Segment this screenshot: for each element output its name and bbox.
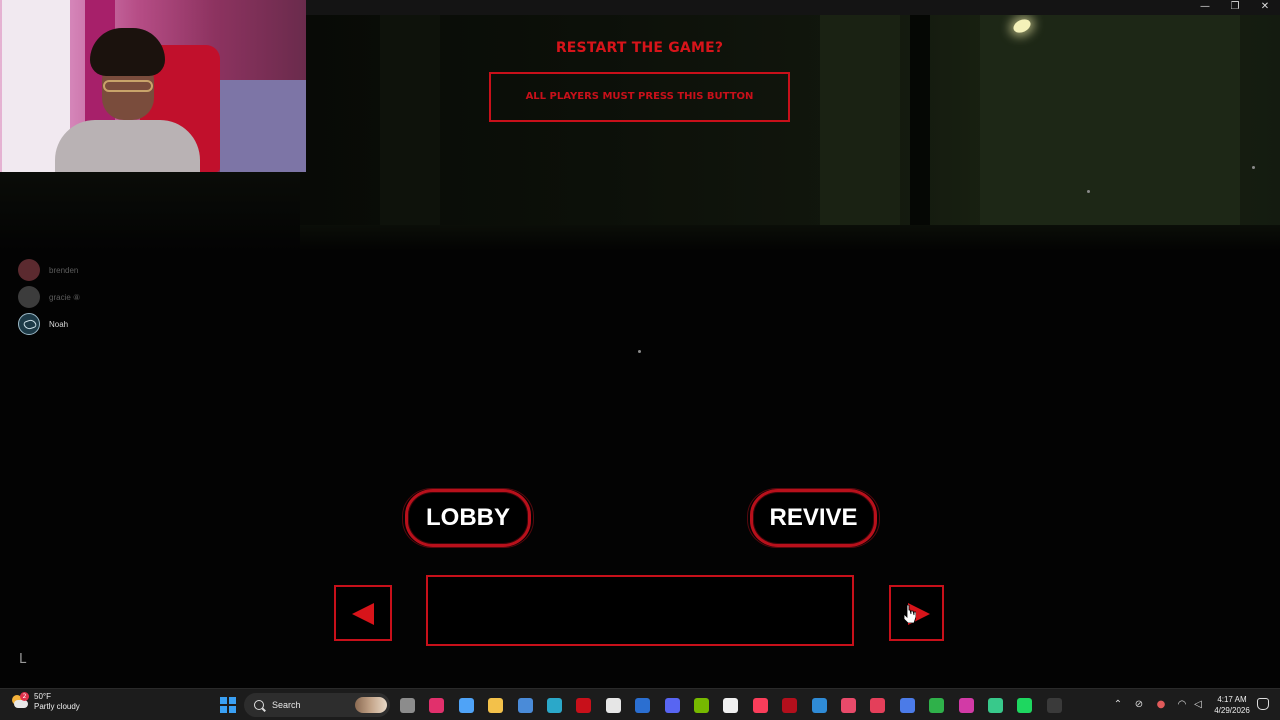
camera-off-icon[interactable]: ⊘ xyxy=(1133,699,1145,711)
close-button[interactable]: ✕ xyxy=(1250,0,1280,15)
search-label: Search xyxy=(272,700,301,710)
chevron-up-icon[interactable]: ⌃ xyxy=(1112,699,1124,711)
tiktok-studio-icon[interactable] xyxy=(841,698,856,713)
windows-start-icon[interactable] xyxy=(220,697,236,713)
weather-desc: Partly cloudy xyxy=(34,702,80,711)
discord-icon[interactable] xyxy=(664,698,680,713)
word-icon[interactable] xyxy=(635,698,651,713)
partly-cloudy-icon: 2 xyxy=(10,692,30,710)
edge-icon[interactable] xyxy=(547,698,562,713)
player-name: gracie ⑧ xyxy=(49,292,81,302)
pink-app-icon[interactable] xyxy=(958,698,974,713)
microsoft-store-icon[interactable] xyxy=(517,698,533,713)
clock-time: 4:17 AM xyxy=(1217,695,1247,704)
player-item[interactable]: gracie ⑧ xyxy=(18,285,80,309)
green-app-icon[interactable] xyxy=(988,698,1003,713)
microphone-icon[interactable]: ● xyxy=(1155,699,1167,711)
search-icon xyxy=(254,700,264,710)
webcam-overlay xyxy=(0,0,306,172)
red-app-icon[interactable] xyxy=(782,698,798,713)
avatar xyxy=(18,286,40,308)
spotify-icon[interactable] xyxy=(1017,698,1033,713)
streamlabs-icon[interactable] xyxy=(870,698,886,713)
restore-button[interactable]: ❐ xyxy=(1220,0,1250,15)
search-highlight-art xyxy=(355,697,387,713)
weather-temp: 50°F xyxy=(34,692,51,701)
arrow-left-icon xyxy=(352,603,374,625)
xbox-icon[interactable] xyxy=(929,698,945,713)
system-clock[interactable]: 4:17 AM 4/29/2026 xyxy=(1210,694,1254,716)
weather-widget[interactable]: 2 50°F Partly cloudy xyxy=(10,692,80,712)
lobby-button[interactable]: LOBBY xyxy=(402,488,534,548)
nvidia-icon[interactable] xyxy=(694,698,709,713)
copilot-icon[interactable] xyxy=(458,698,474,713)
weather-badge: 2 xyxy=(20,692,29,701)
dark-room-background xyxy=(300,0,1280,250)
minimize-button[interactable]: — xyxy=(1190,0,1220,15)
file-explorer-icon[interactable] xyxy=(488,698,504,713)
speaker-icon[interactable]: ◁ xyxy=(1192,699,1204,711)
player-item[interactable]: Noah xyxy=(18,312,80,336)
tiktok-icon[interactable] xyxy=(723,698,739,713)
restart-title: RESTART THE GAME? xyxy=(555,40,724,56)
revive-button[interactable]: REVIVE xyxy=(747,488,880,548)
player-list: brenden gracie ⑧ Noah xyxy=(18,258,80,339)
dust-particle xyxy=(1087,190,1090,193)
crosshair-dot xyxy=(638,350,641,353)
terminal-icon[interactable] xyxy=(1046,698,1062,713)
player-name: Noah xyxy=(49,319,69,329)
spectate-name-box xyxy=(426,575,854,646)
wifi-icon[interactable]: ◠ xyxy=(1176,699,1188,711)
dropbox-icon[interactable] xyxy=(605,698,621,713)
notification-bell-icon[interactable] xyxy=(1257,698,1269,710)
player-name: brenden xyxy=(49,265,79,275)
taskbar-search[interactable]: Search xyxy=(244,693,390,717)
instagram-icon[interactable] xyxy=(429,698,445,713)
previous-player-button[interactable] xyxy=(334,585,392,641)
blue-app-icon[interactable] xyxy=(811,698,827,713)
streamer xyxy=(55,28,200,172)
restart-vote-button[interactable]: ALL PLAYERS MUST PRESS THIS BUTTON xyxy=(489,72,790,122)
dust-particle xyxy=(1252,166,1255,169)
taskbar: 2 50°F Partly cloudy Search ⌃ ⊘ ● ◠ ◁ 4:… xyxy=(0,688,1280,720)
avatar xyxy=(18,259,40,281)
mcafee-icon[interactable] xyxy=(576,698,592,713)
window-titlebar: — ❐ ✕ xyxy=(306,0,1280,15)
clock-date: 4/29/2026 xyxy=(1214,706,1250,715)
task-view-icon[interactable] xyxy=(400,698,415,713)
apple-music-icon[interactable] xyxy=(752,698,768,713)
roblox-icon[interactable] xyxy=(899,698,915,713)
mouse-cursor-icon xyxy=(904,605,916,623)
player-item[interactable]: brenden xyxy=(18,258,80,282)
avatar xyxy=(18,313,40,335)
next-player-button[interactable] xyxy=(889,585,944,641)
corner-glyph: L xyxy=(19,652,27,667)
